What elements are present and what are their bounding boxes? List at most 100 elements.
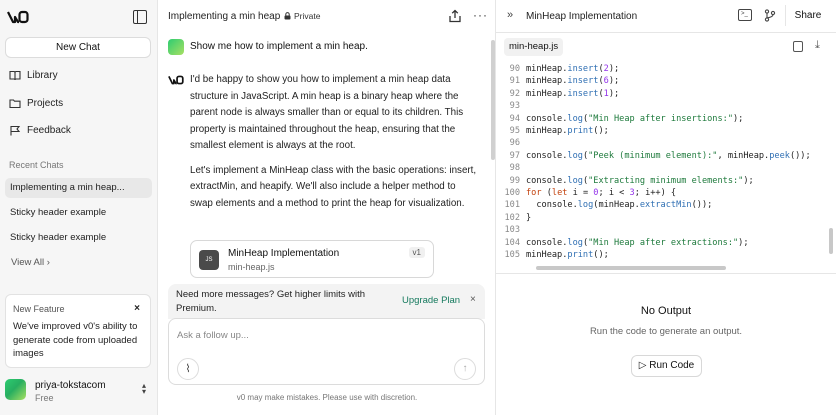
recent-chat-item[interactable]: Implementing a min heap... [5, 178, 152, 198]
scrollbar[interactable] [491, 40, 495, 160]
paperclip-icon: ⌇ [185, 363, 191, 375]
line-number: 97 [509, 150, 520, 161]
avatar [168, 39, 184, 55]
limit-banner: Need more messages? Get higher limits wi… [168, 284, 485, 319]
sidebar-item-label: Library [27, 69, 58, 81]
code-token: log [567, 175, 583, 186]
artifact-title: MinHeap Implementation [228, 248, 340, 259]
horizontal-scrollbar[interactable] [536, 266, 726, 270]
code-line: 93 [496, 100, 526, 112]
code-token: ); [608, 88, 620, 99]
code-token: console. [526, 237, 568, 248]
collapse-icon[interactable]: » [507, 9, 513, 21]
download-icon[interactable]: ⤓ [815, 39, 820, 52]
line-number: 101 [504, 200, 520, 211]
close-icon[interactable]: × [470, 294, 476, 305]
sidebar-item-feedback[interactable]: Feedback [9, 122, 71, 138]
chat-panel: Implementing a min heap Private ··· Show… [158, 0, 496, 415]
new-feature-card: New Feature × We've improved v0's abilit… [5, 294, 151, 368]
code-token: "Min Heap after insertions:" [588, 113, 733, 124]
line-number: 92 [509, 88, 520, 99]
code-token: insert [567, 88, 599, 99]
user-name: priya-tokstacom [35, 380, 106, 391]
run-code-button[interactable]: ▷ Run Code [631, 355, 702, 377]
code-token: peek [769, 150, 790, 161]
code-token: (minHeap. [593, 200, 640, 211]
code-token: print [567, 250, 594, 260]
code-token: insert [567, 76, 599, 87]
code-token: "Peek (minimum element):" [588, 150, 718, 161]
line-number: 90 [509, 64, 520, 74]
upgrade-plan-button[interactable]: Upgrade Plan [402, 295, 460, 306]
recent-chat-item[interactable]: Sticky header example [5, 203, 152, 223]
arrow-up-icon: ↑ [462, 363, 468, 374]
code-line: 101 console.log(minHeap.extractMin()); [496, 199, 712, 211]
code-token: ; i < [598, 188, 630, 198]
artifact-filename: min-heap.js [228, 262, 275, 272]
code-line: 103 [496, 224, 526, 236]
vertical-scrollbar[interactable] [829, 228, 833, 254]
user-menu[interactable]: priya-tokstacom Free ▴ ▾ [5, 378, 155, 406]
code-line: 95 minHeap.print(); [496, 125, 609, 137]
close-icon[interactable]: × [134, 303, 140, 314]
divider [496, 273, 836, 274]
chat-input[interactable] [177, 327, 467, 343]
new-chat-button[interactable]: New Chat [5, 37, 151, 58]
line-number: 103 [504, 225, 520, 236]
chevron-updown-icon: ▴ ▾ [142, 381, 147, 396]
code-token: console. [526, 113, 568, 124]
code-token: console. [526, 175, 568, 186]
code-token: log [567, 150, 583, 161]
version-badge: v1 [408, 247, 425, 258]
copy-icon[interactable] [793, 41, 803, 52]
code-editor[interactable]: 90 minHeap.insert(2); 91 minHeap.insert(6);… [496, 61, 830, 266]
code-token: ); [608, 76, 620, 87]
sidebar-item-projects[interactable]: Projects [9, 95, 63, 111]
limit-text: Need more messages? Get higher limits wi… [176, 289, 366, 314]
view-all-link[interactable]: View All › [11, 257, 50, 268]
line-number: 98 [509, 163, 520, 174]
line-number: 94 [509, 113, 520, 124]
line-number: 91 [509, 76, 520, 87]
code-line: 96 [496, 137, 526, 149]
code-line: 92 minHeap.insert(1); [496, 88, 620, 100]
send-button[interactable]: ↑ [454, 358, 476, 380]
code-line: 104 console.log("Min Heap after extractio… [496, 237, 749, 249]
code-token: log [577, 200, 594, 211]
user-plan: Free [35, 393, 54, 403]
code-token: } [526, 212, 532, 223]
view-all-label: View All [11, 257, 45, 268]
code-token: insert [567, 64, 599, 74]
recent-chat-item[interactable]: Sticky header example [5, 228, 152, 248]
code-token: ( [541, 188, 552, 198]
code-line: 98 [496, 162, 526, 174]
sidebar-item-label: Feedback [27, 124, 71, 136]
terminal-icon[interactable]: >_ [738, 9, 752, 21]
code-panel: » MinHeap Implementation >_ Share min-he… [496, 0, 836, 415]
share-button[interactable]: Share [785, 5, 830, 26]
code-token: minHeap. [526, 126, 568, 136]
sidebar-item-library[interactable]: Library [9, 67, 58, 83]
sidebar-item-label: Projects [27, 97, 64, 109]
code-line: 94 console.log("Min Heap after insertions… [496, 113, 744, 125]
sidebar-toggle-icon[interactable] [133, 10, 147, 24]
user-message: Show me how to implement a min heap. [190, 41, 368, 52]
line-number: 104 [504, 237, 520, 248]
code-token: (); [593, 250, 609, 260]
chat-title[interactable]: Implementing a min heap [168, 11, 280, 22]
line-number: 99 [509, 175, 520, 186]
private-badge[interactable]: Private [284, 11, 320, 21]
artifact-card[interactable]: JS MinHeap Implementation min-heap.js v1 [190, 240, 434, 278]
git-branch-icon[interactable] [764, 9, 776, 22]
code-token: ); [743, 175, 754, 186]
chat-input-box: ⌇ ↑ [168, 318, 485, 385]
code-line: 90 minHeap.insert(2); [496, 63, 620, 75]
more-options-icon[interactable]: ··· [473, 8, 488, 22]
v0-logo[interactable] [7, 10, 29, 24]
code-token: ); [738, 237, 749, 248]
output-title: No Output [640, 305, 692, 317]
attach-button[interactable]: ⌇ [177, 358, 199, 380]
share-icon[interactable] [448, 9, 462, 23]
code-token: print [567, 126, 594, 136]
file-tab[interactable]: min-heap.js [504, 38, 564, 56]
